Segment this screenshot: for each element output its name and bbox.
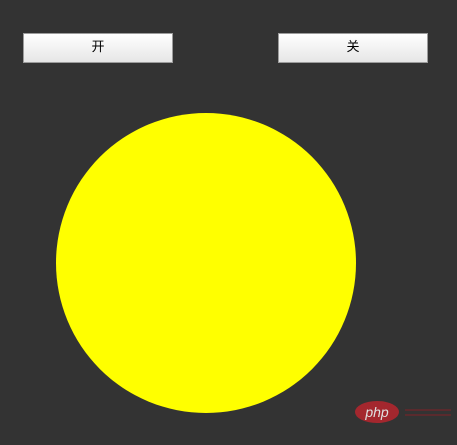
light-bulb-circle [56, 113, 356, 413]
php-watermark: php [355, 401, 451, 423]
off-button[interactable]: 关 [278, 33, 428, 63]
watermark-bars [405, 408, 451, 416]
on-button[interactable]: 开 [23, 33, 173, 63]
php-logo-icon: php [355, 401, 399, 423]
